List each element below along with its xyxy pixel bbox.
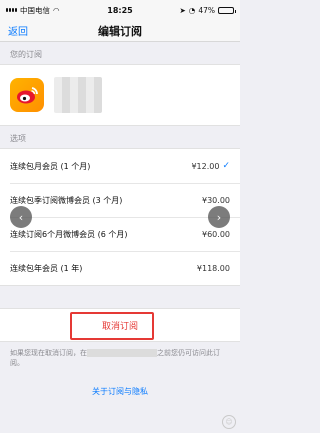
cancel-section: 取消订阅 (0, 308, 240, 342)
alarm-icon: ◔ (188, 5, 196, 15)
option-price: ¥12.00 (191, 161, 220, 171)
option-price: ¥118.00 (196, 263, 230, 273)
option-label: 连续包年会员 (1 年) (10, 263, 83, 273)
navigation-bar: 返回 编辑订阅 (0, 20, 240, 42)
option-half-year[interactable]: 连续订阅6个月微博会员 (6 个月) ¥60.00 (0, 217, 240, 251)
page-title: 编辑订阅 (98, 24, 142, 38)
subscription-card (0, 64, 240, 126)
battery-icon (218, 6, 236, 14)
next-arrow-icon[interactable]: › (208, 206, 230, 228)
cancel-note: 如果您现在取消订阅，在 之前您仍可访问此订阅。 (0, 342, 240, 374)
options-list: 连续包月会员 (1 个月) ¥12.00 ✓ 连续包季订阅微博会员 (3 个月) … (0, 148, 240, 286)
date-redacted (87, 349, 157, 357)
location-icon: ➤ (179, 5, 186, 15)
checkmark-icon: ✓ (222, 161, 230, 171)
option-monthly[interactable]: 连续包月会员 (1 个月) ¥12.00 ✓ (0, 149, 240, 183)
carrier-label: 中国电信 (20, 5, 50, 15)
cancel-subscription-button[interactable]: 取消订阅 (102, 319, 138, 332)
option-label: 连续包季订阅微博会员 (3 个月) (10, 195, 123, 205)
options-section-header: 选项 (10, 134, 26, 143)
option-label: 连续包月会员 (1 个月) (10, 161, 91, 171)
wifi-icon: ◠ (53, 5, 60, 15)
weibo-app-icon (10, 78, 44, 112)
note-prefix: 如果您现在取消订阅，在 (10, 349, 87, 357)
battery-percent: 47% (198, 5, 215, 15)
subscription-name-redacted (54, 77, 102, 113)
previous-arrow-icon[interactable]: ‹ (10, 206, 32, 228)
option-yearly[interactable]: 连续包年会员 (1 年) ¥118.00 (0, 251, 240, 285)
back-button[interactable]: 返回 (0, 23, 28, 38)
option-label: 连续订阅6个月微博会员 (6 个月) (10, 229, 128, 239)
watermark: ☺ (222, 415, 236, 429)
signal-icon (6, 8, 17, 12)
option-price: ¥60.00 (202, 229, 230, 239)
status-bar: 中国电信 ◠ 18:25 ➤ ◔ 47% (0, 0, 240, 20)
subscription-section-header: 您的订阅 (10, 50, 42, 59)
option-quarterly[interactable]: 连续包季订阅微博会员 (3 个月) ¥30.00 (0, 183, 240, 217)
option-price: ¥30.00 (202, 195, 230, 205)
privacy-link[interactable]: 关于订阅与隐私 (0, 386, 240, 397)
watermark-logo-icon: ☺ (222, 415, 236, 429)
